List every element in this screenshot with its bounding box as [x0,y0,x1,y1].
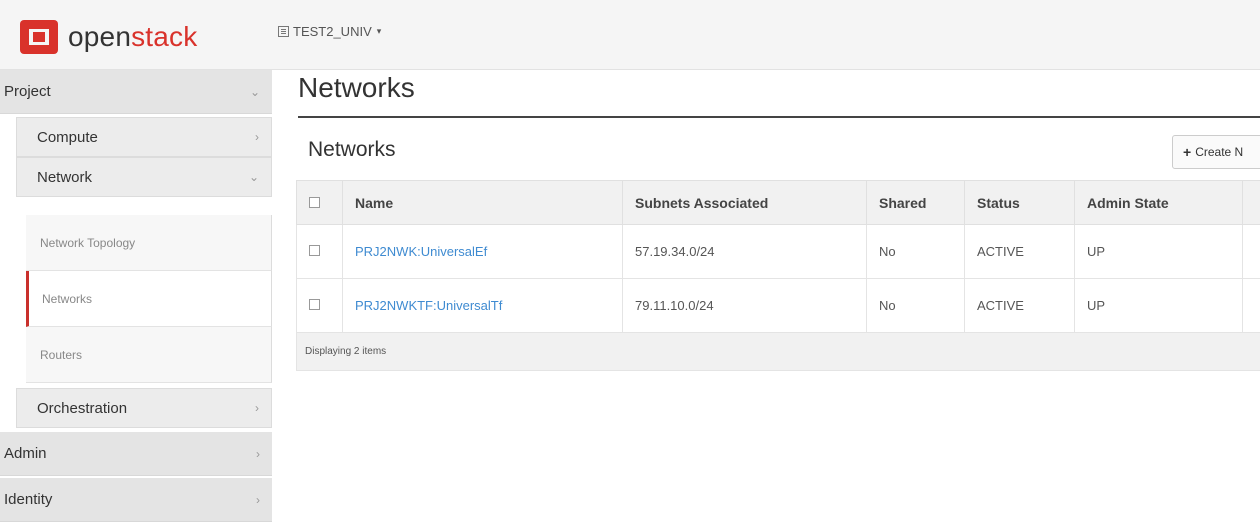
subnets-cell: 57.19.34.0/24 [623,225,867,279]
table-footer-row: Displaying 2 items [297,333,1260,371]
sidebar-panel-identity[interactable]: Identity › [0,478,272,522]
caret-down-icon: ▾ [377,26,382,37]
select-all-checkbox[interactable] [309,197,320,208]
row-select-cell [297,279,343,333]
table-footer-count: Displaying 2 items [297,333,1260,371]
project-icon [278,26,289,37]
admin-state-cell: UP [1075,225,1243,279]
admin-state-cell: UP [1075,279,1243,333]
sidebar-group-orchestration[interactable]: Orchestration › [16,388,272,428]
select-all-cell [297,181,343,225]
plus-icon: + [1183,144,1191,160]
network-name-cell: PRJ2NWKTF:UniversalTf [343,279,623,333]
sidebar-group-label: Network [37,169,92,186]
actions-cell [1243,279,1260,333]
row-checkbox[interactable] [309,299,320,310]
sidebar-panel-admin[interactable]: Admin › [0,432,272,476]
column-header-shared[interactable]: Shared [867,181,965,225]
sidebar-item-label: Network Topology [40,236,135,250]
sidebar: Project ⌄ Compute › Network ⌄ Network To… [0,70,272,516]
title-divider [298,116,1260,118]
sidebar-panel-label: Identity [4,491,52,508]
network-name-cell: PRJ2NWK:UniversalEf [343,225,623,279]
row-checkbox[interactable] [309,245,320,256]
chevron-down-icon: ⌄ [249,170,259,184]
column-header-actions [1243,181,1260,225]
chevron-right-icon: › [256,493,260,507]
chevron-right-icon: › [255,401,259,415]
column-header-name[interactable]: Name [343,181,623,225]
sidebar-item-networks[interactable]: Networks [26,271,272,327]
sidebar-item-network-topology[interactable]: Network Topology [26,215,272,271]
networks-table: Name Subnets Associated Shared Status Ad… [296,180,1260,371]
openstack-logo[interactable]: openstack [20,20,197,54]
table-header-row: Name Subnets Associated Shared Status Ad… [297,181,1260,225]
sidebar-group-label: Compute [37,129,98,146]
brand-part-stack: stack [131,21,197,52]
network-name-link[interactable]: PRJ2NWKTF:UniversalTf [355,298,502,313]
create-network-button[interactable]: + Create N [1172,135,1260,169]
subnets-cell: 79.11.10.0/24 [623,279,867,333]
sidebar-panel-label: Admin [4,445,47,462]
openstack-logo-icon [20,20,58,54]
network-name-link[interactable]: PRJ2NWK:UniversalEf [355,244,487,259]
brand-part-open: open [68,21,131,52]
create-network-label: Create N [1195,145,1243,159]
sidebar-panel-label: Project [4,83,51,100]
sidebar-panel-project[interactable]: Project ⌄ [0,70,272,114]
actions-cell [1243,225,1260,279]
sidebar-item-label: Networks [42,292,92,306]
status-cell: ACTIVE [965,225,1075,279]
sidebar-item-label: Routers [40,348,82,362]
shared-cell: No [867,225,965,279]
column-header-subnets[interactable]: Subnets Associated [623,181,867,225]
row-select-cell [297,225,343,279]
shared-cell: No [867,279,965,333]
sidebar-group-label: Orchestration [37,400,127,417]
sidebar-group-network[interactable]: Network ⌄ [16,157,272,197]
table-row: PRJ2NWK:UniversalEf 57.19.34.0/24 No ACT… [297,225,1260,279]
project-switcher[interactable]: TEST2_UNIV ▾ [278,24,381,39]
sidebar-item-routers[interactable]: Routers [26,327,272,383]
page-title: Networks [298,72,415,104]
column-header-status[interactable]: Status [965,181,1075,225]
table-row: PRJ2NWKTF:UniversalTf 79.11.10.0/24 No A… [297,279,1260,333]
top-bar: openstack TEST2_UNIV ▾ [0,0,1260,70]
chevron-right-icon: › [256,447,260,461]
column-header-admin-state[interactable]: Admin State [1075,181,1243,225]
chevron-right-icon: › [255,130,259,144]
project-switcher-label: TEST2_UNIV [293,24,372,39]
chevron-down-icon: ⌄ [250,85,260,99]
sidebar-group-compute[interactable]: Compute › [16,117,272,157]
section-title: Networks [308,138,396,162]
brand-name: openstack [68,21,197,53]
status-cell: ACTIVE [965,279,1075,333]
